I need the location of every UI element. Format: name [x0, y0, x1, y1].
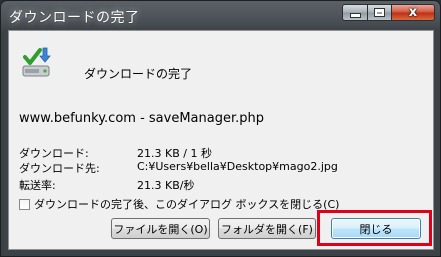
close-button-highlight: 閉じる — [317, 210, 432, 246]
downloaded-label: ダウンロード: — [19, 147, 89, 160]
close-when-complete-checkbox[interactable] — [19, 198, 30, 210]
close-window-button[interactable]: x — [391, 4, 435, 21]
titlebar[interactable]: ダウンロードの完了 x — [1, 1, 440, 31]
downloaded-value: 21.3 KB / 1 秒 — [137, 147, 212, 160]
dialog-heading: ダウンロードの完了 — [84, 67, 193, 81]
destination-value: C:¥Users¥bella¥Desktop¥mago2.jpg — [137, 160, 338, 173]
transfer-rate-value: 21.3 KB/秒 — [137, 179, 195, 192]
dialog-body: ダウンロードの完了 www.befunky.com - saveManager.… — [8, 30, 434, 250]
close-button[interactable]: 閉じる — [331, 218, 421, 239]
close-icon: x — [408, 5, 418, 20]
download-complete-icon — [22, 47, 51, 77]
download-source: www.befunky.com - saveManager.php — [19, 111, 264, 126]
dialog-window: ダウンロードの完了 x ダウンロードの完了 www.befunky.com - … — [0, 0, 441, 257]
close-when-complete-label[interactable]: ダウンロードの完了後、このダイアログ ボックスを閉じる(C) — [34, 196, 339, 212]
close-when-complete-option[interactable]: ダウンロードの完了後、このダイアログ ボックスを閉じる(C) — [19, 196, 339, 212]
maximize-icon — [375, 9, 384, 16]
window-title: ダウンロードの完了 — [9, 10, 140, 26]
open-file-button[interactable]: ファイルを開く(O) — [111, 218, 210, 239]
minimize-button[interactable] — [342, 4, 368, 21]
maximize-button[interactable] — [367, 4, 392, 21]
destination-label: ダウンロード先: — [19, 162, 100, 175]
minimize-icon — [349, 13, 361, 18]
transfer-rate-label: 転送率: — [19, 179, 56, 192]
open-folder-button[interactable]: フォルダを開く(F) — [218, 218, 316, 239]
